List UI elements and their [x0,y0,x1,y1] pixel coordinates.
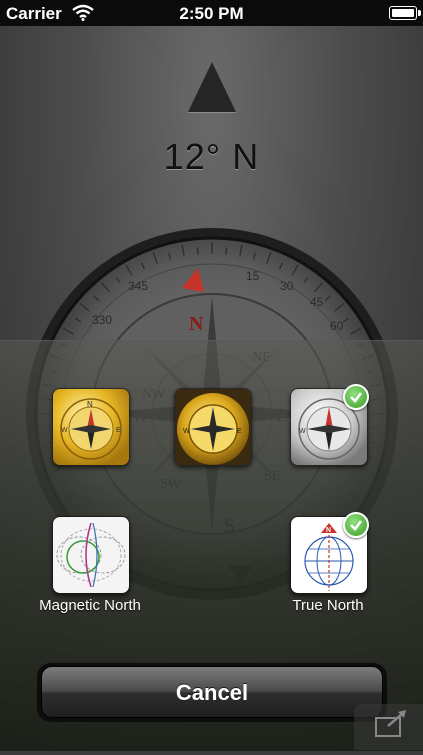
svg-text:W: W [183,428,190,435]
dial-number-345: 345 [128,279,148,293]
svg-text:W: W [299,428,306,435]
dial-number-45: 45 [310,295,324,309]
cancel-button[interactable]: Cancel [41,666,383,718]
style-option-brass[interactable]: W E [174,388,252,466]
style-option-gold[interactable]: N E W [52,388,130,466]
brass-compass-icon: W E [174,388,252,466]
svg-text:N: N [87,400,93,409]
heading-readout: 12° N [163,136,260,177]
svg-text:W: W [61,427,68,434]
style-option-true-north[interactable]: N True North [290,512,369,616]
dial-number-30: 30 [280,279,294,293]
heading-pointer-icon [188,62,236,112]
svg-text:N: N [326,527,331,534]
true-north-label: True North [292,597,364,614]
style-option-magnetic-north[interactable]: Magnetic North [39,516,141,616]
dial-number-330: 330 [92,313,112,327]
status-time: 2:50 PM [179,4,244,23]
selected-check-icon [343,384,369,410]
selected-check-icon [343,512,369,538]
dial-letter-n: N [189,313,204,335]
dial-number-60: 60 [330,319,344,333]
svg-text:E: E [116,427,121,434]
share-button[interactable] [354,704,423,750]
dial-number-15: 15 [246,269,260,283]
magnetic-north-label: Magnetic North [39,597,141,614]
status-bar: Carrier 2:50 PM [0,0,423,26]
share-icon [375,710,406,737]
svg-text:E: E [237,428,242,435]
gold-compass-icon: N E W [52,388,130,466]
style-option-silver[interactable]: W [290,384,369,466]
cancel-button-frame: Cancel [37,662,387,722]
magnetic-field-icon [52,516,130,594]
battery-icon [389,6,421,20]
